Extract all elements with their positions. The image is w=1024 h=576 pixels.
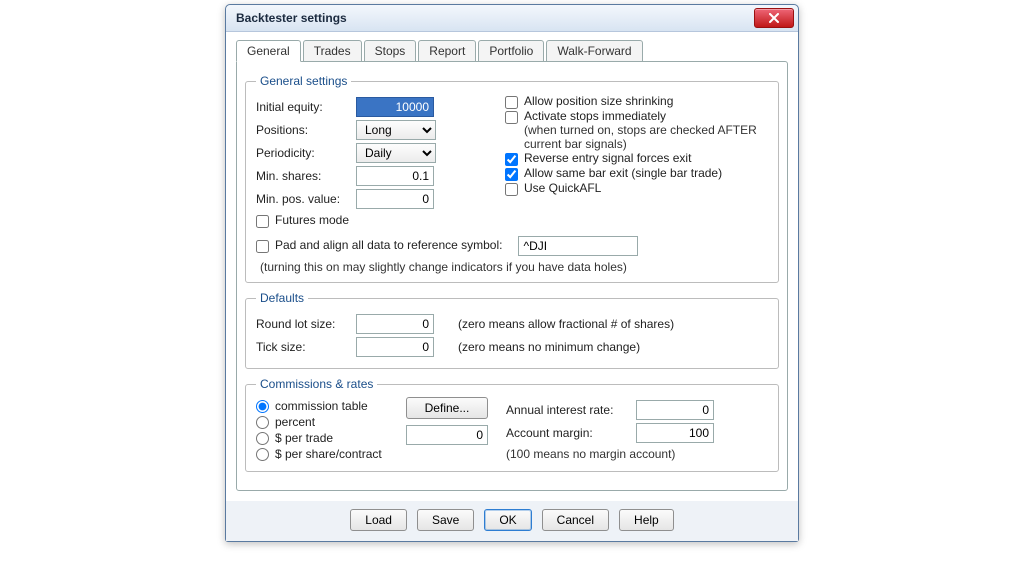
general-left-column: Initial equity: Positions: Long Periodic… [256, 94, 491, 228]
label-per-trade: $ per trade [275, 431, 333, 445]
tab-strip: General Trades Stops Report Portfolio Wa… [236, 40, 788, 62]
label-min-shares: Min. shares: [256, 169, 356, 183]
input-commission-value[interactable] [406, 425, 488, 445]
label-percent: percent [275, 415, 315, 429]
label-activate-stops: Activate stops immediately [524, 109, 666, 123]
label-account-margin: Account margin: [506, 426, 636, 440]
load-button[interactable]: Load [350, 509, 407, 531]
tab-stops[interactable]: Stops [364, 40, 417, 62]
group-defaults-legend: Defaults [256, 291, 308, 305]
label-activate-stops-sub: (when turned on, stops are checked AFTER… [524, 123, 757, 151]
hint-margin: (100 means no margin account) [506, 447, 768, 461]
input-min-shares[interactable] [356, 166, 434, 186]
input-min-pos-value[interactable] [356, 189, 434, 209]
input-reference-symbol[interactable] [518, 236, 638, 256]
label-positions: Positions: [256, 123, 356, 137]
dialog-button-row: Load Save OK Cancel Help [226, 501, 798, 541]
label-periodicity: Periodicity: [256, 146, 356, 160]
label-futures-mode: Futures mode [275, 213, 349, 227]
hint-pad-align: (turning this on may slightly change ind… [260, 260, 768, 274]
group-defaults: Defaults Round lot size: (zero means all… [245, 291, 779, 369]
close-icon [769, 13, 779, 23]
input-round-lot[interactable] [356, 314, 434, 334]
group-general-legend: General settings [256, 74, 351, 88]
group-commissions: Commissions & rates commission table per… [245, 377, 779, 472]
radio-per-trade[interactable] [256, 432, 269, 445]
checkbox-activate-stops[interactable] [505, 111, 518, 124]
label-initial-equity: Initial equity: [256, 100, 356, 114]
group-commissions-legend: Commissions & rates [256, 377, 377, 391]
hint-round-lot: (zero means allow fractional # of shares… [458, 317, 674, 331]
help-button[interactable]: Help [619, 509, 674, 531]
checkbox-pad-align[interactable] [256, 240, 269, 253]
radio-percent[interactable] [256, 416, 269, 429]
input-tick-size[interactable] [356, 337, 434, 357]
client-area: General Trades Stops Report Portfolio Wa… [226, 32, 798, 501]
checkbox-same-bar-exit[interactable] [505, 168, 518, 181]
rates-column: Annual interest rate: Account margin: (1… [506, 397, 768, 463]
label-pad-align: Pad and align all data to reference symb… [275, 238, 502, 252]
label-tick-size: Tick size: [256, 340, 356, 354]
input-account-margin[interactable] [636, 423, 714, 443]
tab-report[interactable]: Report [418, 40, 476, 62]
general-right-column: Allow position size shrinking Activate s… [505, 94, 768, 228]
label-commission-table: commission table [275, 399, 368, 413]
define-button[interactable]: Define... [406, 397, 488, 419]
label-reverse-exit: Reverse entry signal forces exit [524, 151, 691, 165]
radio-commission-table[interactable] [256, 400, 269, 413]
input-initial-equity[interactable] [356, 97, 434, 117]
label-same-bar-exit: Allow same bar exit (single bar trade) [524, 166, 722, 180]
label-min-pos-value: Min. pos. value: [256, 192, 356, 206]
label-per-share: $ per share/contract [275, 447, 382, 461]
radio-per-share[interactable] [256, 448, 269, 461]
label-annual-interest: Annual interest rate: [506, 403, 636, 417]
tabpage-general: General settings Initial equity: Positio… [236, 61, 788, 491]
checkbox-allow-shrink[interactable] [505, 96, 518, 109]
ok-button[interactable]: OK [484, 509, 531, 531]
tab-portfolio[interactable]: Portfolio [478, 40, 544, 62]
label-quickafl: Use QuickAFL [524, 181, 601, 195]
titlebar: Backtester settings [226, 5, 798, 32]
commission-value-column: Define... [406, 397, 496, 463]
window-title: Backtester settings [236, 11, 347, 25]
tab-walkforward[interactable]: Walk-Forward [546, 40, 642, 62]
select-periodicity[interactable]: Daily [356, 143, 436, 163]
input-annual-interest[interactable] [636, 400, 714, 420]
cancel-button[interactable]: Cancel [542, 509, 609, 531]
group-general-settings: General settings Initial equity: Positio… [245, 74, 779, 283]
close-button[interactable] [754, 8, 794, 28]
checkbox-reverse-exit[interactable] [505, 153, 518, 166]
select-positions[interactable]: Long [356, 120, 436, 140]
checkbox-futures-mode[interactable] [256, 215, 269, 228]
tab-general[interactable]: General [236, 40, 301, 62]
backtester-settings-dialog: Backtester settings General Trades Stops… [225, 4, 799, 542]
commission-mode-column: commission table percent $ per trade $ p… [256, 397, 396, 463]
checkbox-quickafl[interactable] [505, 183, 518, 196]
label-round-lot: Round lot size: [256, 317, 356, 331]
save-button[interactable]: Save [417, 509, 474, 531]
tab-trades[interactable]: Trades [303, 40, 362, 62]
label-allow-shrink: Allow position size shrinking [524, 94, 673, 108]
hint-tick-size: (zero means no minimum change) [458, 340, 640, 354]
